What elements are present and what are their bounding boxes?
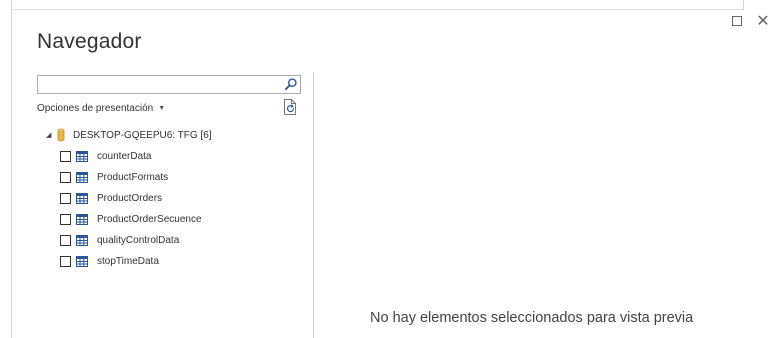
close-button[interactable]: ✕ <box>754 13 772 29</box>
table-icon <box>76 234 88 246</box>
search-box[interactable] <box>37 75 301 95</box>
maximize-icon <box>732 16 742 26</box>
tree-root-node[interactable]: ◢ DESKTOP-GQEEPU6: TFG [6] <box>46 128 212 142</box>
table-list: counterData ProductFormats ProductOrders <box>60 149 202 275</box>
table-icon <box>76 150 88 162</box>
checkbox[interactable] <box>60 213 71 225</box>
list-item-counterdata[interactable]: counterData <box>60 149 202 163</box>
checkbox[interactable] <box>60 234 71 246</box>
maximize-button[interactable] <box>728 13 746 29</box>
database-icon <box>57 128 65 142</box>
display-options-dropdown[interactable]: Opciones de presentación ▼ <box>37 103 165 114</box>
list-item-label: ProductOrders <box>97 192 163 204</box>
display-options-label: Opciones de presentación <box>37 103 154 114</box>
checkbox[interactable] <box>60 150 71 162</box>
list-item-label: qualityControlData <box>97 234 180 246</box>
table-icon <box>76 192 88 204</box>
list-item-label: ProductFormats <box>97 171 169 183</box>
preview-empty-message: No hay elementos seleccionados para vist… <box>370 310 694 326</box>
list-item-productformats[interactable]: ProductFormats <box>60 170 202 184</box>
tree-root-label: DESKTOP-GQEEPU6: TFG [6] <box>73 129 212 141</box>
window-corner-border <box>743 0 744 10</box>
window-left-border <box>11 0 12 338</box>
search-icon[interactable] <box>284 77 298 91</box>
checkbox[interactable] <box>60 255 71 267</box>
table-icon <box>76 213 88 225</box>
list-item-label: ProductOrderSecuence <box>97 213 202 225</box>
list-item-label: counterData <box>97 150 152 162</box>
page-title: Navegador <box>37 30 142 53</box>
list-item-productordersecuence[interactable]: ProductOrderSecuence <box>60 212 202 226</box>
window-top-border <box>11 9 743 10</box>
pane-splitter[interactable] <box>313 72 314 338</box>
checkbox[interactable] <box>60 192 71 204</box>
table-icon <box>76 171 88 183</box>
refresh-icon[interactable] <box>282 98 298 116</box>
chevron-down-icon: ▼ <box>158 105 166 112</box>
list-item-qualitycontroldata[interactable]: qualityControlData <box>60 233 202 247</box>
close-icon: ✕ <box>756 11 770 30</box>
search-input[interactable] <box>38 77 284 95</box>
list-item-productorders[interactable]: ProductOrders <box>60 191 202 205</box>
table-icon <box>76 255 88 267</box>
list-item-stoptimedata[interactable]: stopTimeData <box>60 254 202 268</box>
list-item-label: stopTimeData <box>97 255 159 267</box>
expand-triangle-icon[interactable]: ◢ <box>46 131 55 139</box>
checkbox[interactable] <box>60 171 71 183</box>
